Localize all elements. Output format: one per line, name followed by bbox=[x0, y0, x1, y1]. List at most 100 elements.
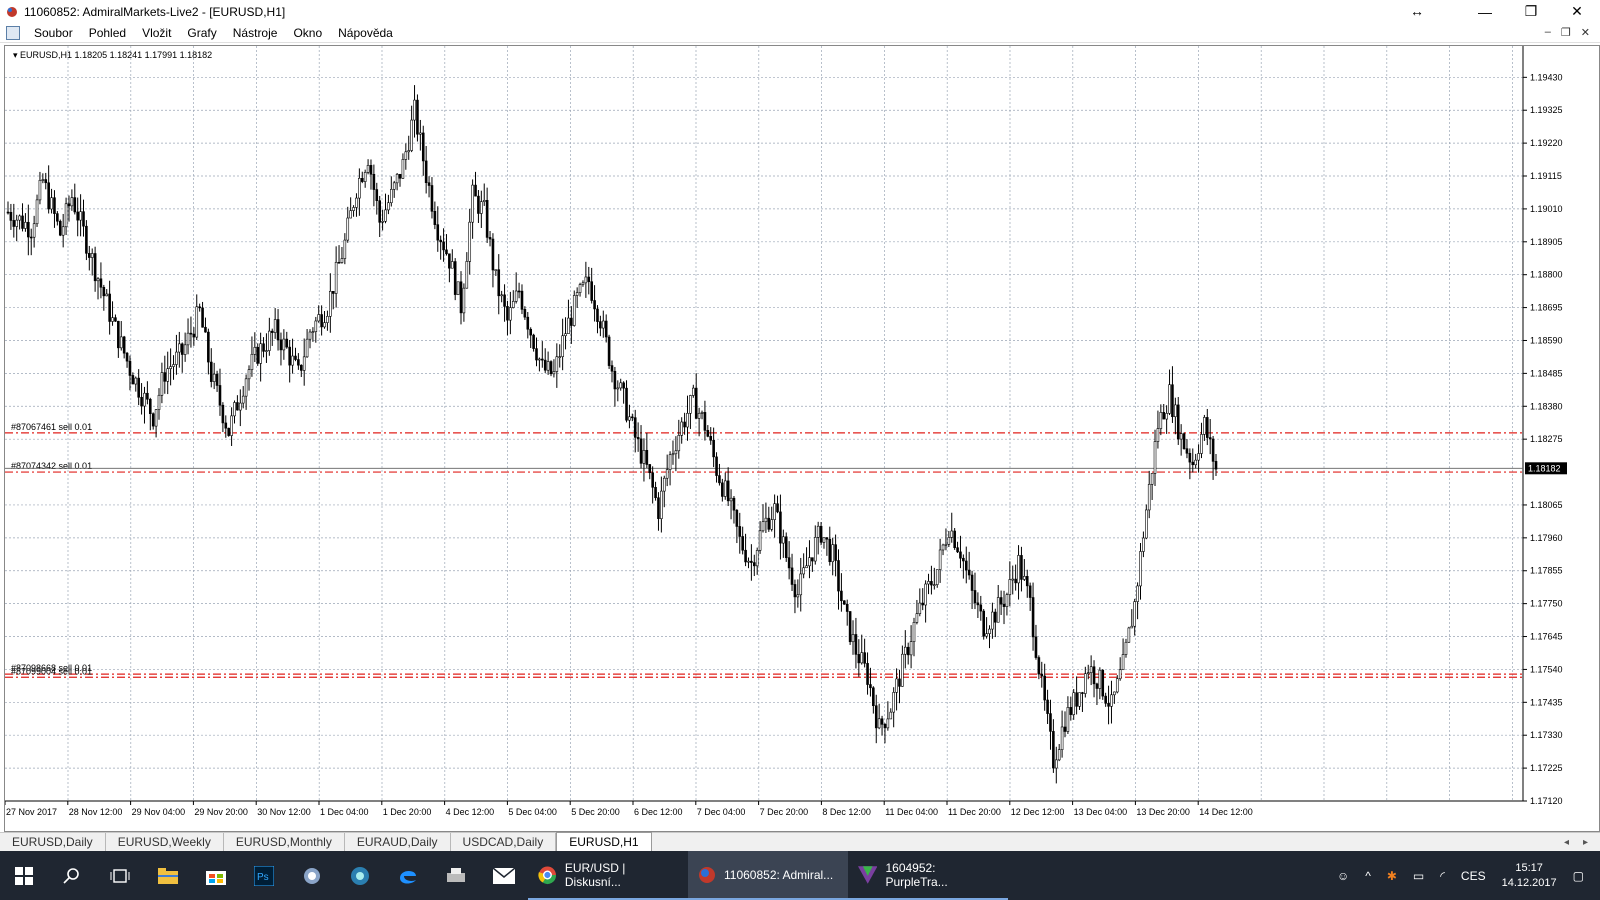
chart-window-icon[interactable] bbox=[6, 25, 20, 40]
candle bbox=[88, 245, 91, 271]
candle-body bbox=[857, 654, 861, 664]
search-button[interactable] bbox=[48, 851, 96, 900]
tray-app-icon[interactable]: ✱ bbox=[1387, 869, 1397, 883]
candle-body bbox=[453, 261, 457, 295]
candle bbox=[259, 332, 262, 382]
candle bbox=[44, 172, 48, 190]
tab-usdcad-daily[interactable]: USDCAD,Daily bbox=[451, 833, 557, 851]
candle-body bbox=[462, 287, 466, 314]
chart-area[interactable]: 1.19430 1.19325 1.19220 1.19115 1.19010 1.189… bbox=[4, 45, 1600, 832]
taskbar-app-chrome[interactable]: EUR/USD | Diskusní... bbox=[528, 851, 688, 900]
start-button[interactable] bbox=[0, 851, 48, 900]
candle-body bbox=[825, 537, 829, 540]
menu-nastroje[interactable]: Nástroje bbox=[225, 26, 286, 40]
candle bbox=[1095, 682, 1099, 706]
candle bbox=[297, 353, 300, 370]
wifi-icon[interactable]: ◜ bbox=[1440, 869, 1445, 883]
printer-app-button[interactable] bbox=[432, 851, 480, 900]
people-icon[interactable]: ☺ bbox=[1337, 869, 1349, 883]
menu-soubor[interactable]: Soubor bbox=[26, 26, 81, 40]
candle bbox=[363, 169, 367, 188]
window-title: 11060852: AdmiralMarkets-Live2 - [EURUSD… bbox=[24, 4, 286, 19]
photoshop-button[interactable]: Ps bbox=[240, 851, 288, 900]
candle-body bbox=[935, 569, 939, 585]
candle-body bbox=[134, 377, 138, 385]
mdi-minimize-icon[interactable]: – bbox=[1545, 26, 1551, 39]
tab-eurusd-h1[interactable]: EURUSD,H1 bbox=[556, 832, 652, 851]
taskbar-app-purpletrading[interactable]: 1604952: PurpleTra... bbox=[848, 851, 1008, 900]
file-explorer-button[interactable] bbox=[144, 851, 192, 900]
tray-chevron-icon[interactable]: ^ bbox=[1365, 869, 1371, 883]
candle-body bbox=[56, 213, 59, 222]
candle bbox=[279, 332, 283, 366]
menu-vlozit[interactable]: Vložit bbox=[134, 26, 179, 40]
candle bbox=[35, 194, 39, 227]
tab-eurusd-monthly[interactable]: EURUSD,Monthly bbox=[224, 833, 345, 851]
candle-body bbox=[189, 332, 193, 335]
menu-grafy[interactable]: Grafy bbox=[179, 26, 224, 40]
language-indicator[interactable]: CES bbox=[1461, 869, 1486, 883]
clock[interactable]: 15:17 14.12.2017 bbox=[1502, 861, 1557, 891]
menu-pohled[interactable]: Pohled bbox=[81, 26, 134, 40]
mdi-close-icon[interactable]: ✕ bbox=[1581, 26, 1590, 39]
scroll-right-icon[interactable]: ▸ bbox=[1583, 837, 1588, 848]
candle-body bbox=[529, 328, 532, 336]
notifications-icon[interactable]: ▢ bbox=[1573, 869, 1584, 883]
candle bbox=[474, 171, 477, 197]
task-view-button[interactable] bbox=[96, 851, 144, 900]
candle bbox=[970, 570, 974, 609]
mdi-restore-icon[interactable]: ❐ bbox=[1561, 26, 1571, 39]
price-tick-label: 1.18800 bbox=[1530, 270, 1563, 280]
candle bbox=[854, 617, 858, 669]
candle bbox=[305, 329, 309, 358]
candle-body bbox=[930, 581, 933, 586]
tab-eurusd-weekly[interactable]: EURUSD,Weekly bbox=[106, 833, 224, 851]
tab-eurusd-daily[interactable]: EURUSD,Daily bbox=[0, 833, 106, 851]
menu-okno[interactable]: Okno bbox=[285, 26, 330, 40]
scroll-left-icon[interactable]: ◂ bbox=[1564, 837, 1569, 848]
candle bbox=[857, 639, 861, 677]
candle bbox=[111, 301, 114, 326]
candle-body bbox=[776, 503, 779, 513]
candle bbox=[308, 329, 312, 349]
candle bbox=[291, 338, 294, 374]
price-chart[interactable]: 1.19430 1.19325 1.19220 1.19115 1.19010 1.189… bbox=[5, 46, 1599, 831]
app-circle-button[interactable] bbox=[336, 851, 384, 900]
edge-button[interactable] bbox=[384, 851, 432, 900]
battery-icon[interactable]: ▭ bbox=[1413, 869, 1424, 883]
chart-dropdown-icon[interactable]: ▾ bbox=[13, 50, 18, 60]
candle bbox=[1179, 424, 1183, 456]
candle-body bbox=[526, 316, 530, 330]
maximize-button[interactable]: ❐ bbox=[1508, 0, 1554, 23]
store-button[interactable] bbox=[192, 851, 240, 900]
candle-body bbox=[305, 338, 309, 358]
candle bbox=[384, 193, 387, 224]
candle-body bbox=[1011, 578, 1015, 581]
candle bbox=[146, 381, 149, 405]
taskbar-app-mt4[interactable]: 11060852: Admiral... bbox=[688, 851, 848, 900]
candle-body bbox=[201, 307, 204, 328]
candle-body bbox=[741, 536, 744, 551]
candle-body bbox=[29, 236, 33, 239]
mail-app-button[interactable] bbox=[480, 851, 528, 900]
candle bbox=[1069, 696, 1073, 721]
price-tick-label: 1.17960 bbox=[1530, 533, 1563, 543]
minimize-button[interactable]: — bbox=[1462, 0, 1508, 23]
outlook-button[interactable] bbox=[288, 851, 336, 900]
candle bbox=[706, 425, 710, 438]
candle bbox=[1153, 429, 1157, 487]
candle bbox=[1034, 624, 1038, 660]
candle-body bbox=[1043, 675, 1046, 701]
candle-body bbox=[331, 291, 335, 294]
candle bbox=[552, 359, 556, 378]
close-button[interactable]: ✕ bbox=[1554, 0, 1600, 23]
candle bbox=[610, 360, 614, 383]
menu-napoveda[interactable]: Nápověda bbox=[330, 26, 401, 40]
tab-euraud-daily[interactable]: EURAUD,Daily bbox=[345, 833, 451, 851]
candle-body bbox=[787, 557, 791, 569]
price-tick-label: 1.17120 bbox=[1530, 796, 1563, 806]
candle bbox=[869, 667, 872, 697]
candle bbox=[874, 694, 878, 744]
candle bbox=[604, 314, 608, 343]
candle bbox=[1040, 661, 1044, 688]
